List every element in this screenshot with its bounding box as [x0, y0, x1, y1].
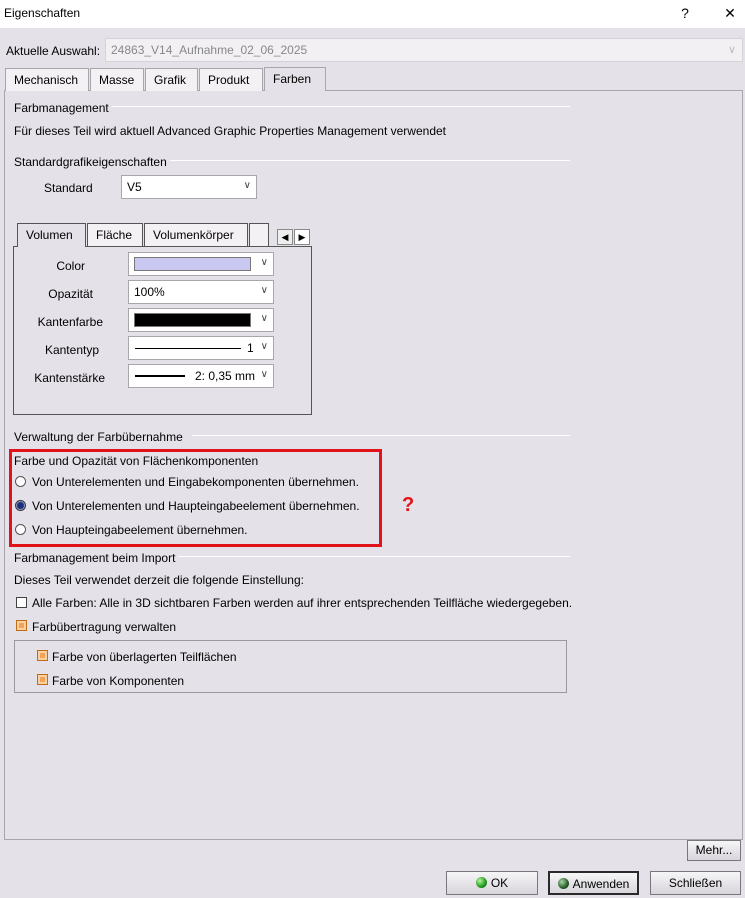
opacity-label: Opazität: [48, 287, 93, 301]
all-colors-label[interactable]: Alle Farben: Alle in 3D sichtbaren Farbe…: [32, 596, 572, 610]
more-button[interactable]: Mehr...: [687, 840, 741, 861]
farbmanagement-text: Für dieses Teil wird aktuell Advanced Gr…: [14, 124, 446, 138]
ok-button[interactable]: OK: [446, 871, 538, 895]
color-swatch: [134, 257, 251, 271]
edge-color-swatch: [134, 313, 251, 327]
opacity-combo[interactable]: 100% ∨: [128, 280, 274, 304]
scroll-left-icon[interactable]: ◀: [277, 229, 293, 245]
chevron-down-icon: ∨: [727, 44, 736, 56]
verwaltung-title: Verwaltung der Farbübernahme: [14, 430, 183, 444]
color-label: Color: [56, 259, 85, 273]
radio-option-1[interactable]: [15, 476, 26, 487]
standard-title: Standardgrafikeigenschaften: [14, 155, 167, 169]
components-label[interactable]: Farbe von Komponenten: [52, 674, 184, 688]
edge-type-value: 1: [247, 341, 254, 355]
edge-color-label: Kantenfarbe: [37, 315, 103, 329]
option-1-label[interactable]: Von Unterelementen und Eingabekomponente…: [32, 475, 359, 489]
edge-type-label: Kantentyp: [44, 343, 99, 357]
apply-label: Anwenden: [572, 877, 630, 891]
edge-color-combo[interactable]: ∨: [128, 308, 274, 332]
chevron-down-icon: ∨: [260, 341, 268, 352]
standard-label: Standard: [44, 181, 93, 195]
option-3-label[interactable]: Von Haupteingabeelement übernehmen.: [32, 523, 248, 537]
subtab-volumen[interactable]: Volumen: [17, 223, 86, 247]
verwaltung-subtitle: Farbe und Opazität von Flächenkomponente…: [14, 454, 259, 468]
scroll-right-icon[interactable]: ▶: [294, 229, 310, 245]
ok-label: OK: [490, 876, 509, 890]
selection-value: 24863_V14_Aufnahme_02_06_2025: [111, 43, 308, 57]
chevron-down-icon: ∨: [260, 285, 268, 296]
chevron-down-icon: ∨: [260, 257, 268, 268]
close-button[interactable]: Schließen: [650, 871, 741, 895]
line-sample: [135, 348, 241, 349]
tab-grafik[interactable]: Grafik: [145, 68, 198, 91]
standard-value: V5: [127, 180, 142, 194]
apply-icon: [557, 878, 569, 889]
tab-farben[interactable]: Farben: [264, 67, 326, 91]
radio-option-2[interactable]: [15, 500, 26, 511]
overlay-checkbox[interactable]: [37, 650, 48, 661]
window-title: Eigenschaften: [4, 6, 81, 20]
edge-width-label: Kantenstärke: [34, 371, 105, 385]
all-colors-checkbox[interactable]: [16, 597, 27, 608]
chevron-down-icon: ∨: [260, 369, 268, 380]
divider: [192, 435, 570, 436]
tab-mechanisch[interactable]: Mechanisch: [5, 68, 89, 91]
chevron-down-icon: ∨: [260, 313, 268, 324]
tab-masse[interactable]: Masse: [90, 68, 144, 91]
import-text: Dieses Teil verwendet derzeit die folgen…: [14, 573, 304, 587]
divider: [112, 106, 570, 107]
divider: [178, 556, 570, 557]
edge-width-value: 2: 0,35 mm: [195, 369, 256, 383]
question-annotation: ?: [402, 494, 415, 516]
components-checkbox[interactable]: [37, 674, 48, 685]
line-sample: [135, 375, 185, 377]
transfer-checkbox[interactable]: [16, 620, 27, 631]
subtab-flaeche[interactable]: Fläche: [87, 223, 143, 246]
apply-button[interactable]: Anwenden: [548, 871, 639, 895]
selection-combo[interactable]: 24863_V14_Aufnahme_02_06_2025 ∨: [105, 38, 743, 62]
chevron-down-icon: ∨: [243, 180, 251, 191]
tab-produkt[interactable]: Produkt: [199, 68, 263, 91]
edge-type-combo[interactable]: 1 ∨: [128, 336, 274, 360]
color-combo[interactable]: ∨: [128, 252, 274, 276]
option-2-label[interactable]: Von Unterelementen und Haupteingabeeleme…: [32, 499, 360, 513]
overlay-label[interactable]: Farbe von überlagerten Teilflächen: [52, 650, 237, 664]
radio-option-3[interactable]: [15, 524, 26, 535]
standard-combo[interactable]: V5 ∨: [121, 175, 257, 199]
title-bar: Eigenschaften ? ✕: [0, 0, 745, 28]
subtab-more[interactable]: [249, 223, 269, 246]
help-button[interactable]: ?: [670, 0, 700, 28]
ok-icon: [475, 877, 487, 888]
selection-label: Aktuelle Auswahl:: [6, 44, 101, 58]
farbmanagement-title: Farbmanagement: [14, 101, 109, 115]
import-title: Farbmanagement beim Import: [14, 551, 176, 565]
close-icon[interactable]: ✕: [715, 0, 745, 28]
edge-width-combo[interactable]: 2: 0,35 mm ∨: [128, 364, 274, 388]
divider: [170, 160, 570, 161]
subtab-volumenkoerper[interactable]: Volumenkörper: [144, 223, 248, 246]
opacity-value: 100%: [134, 285, 165, 299]
transfer-label[interactable]: Farbübertragung verwalten: [32, 620, 176, 634]
